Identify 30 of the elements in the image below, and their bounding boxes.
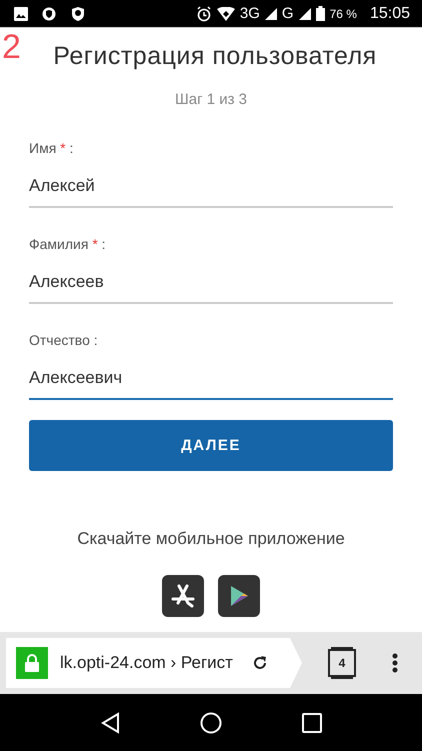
field-label: Имя * : (29, 140, 74, 156)
battery-percent: 76 % (330, 6, 357, 20)
app-store-icon[interactable] (162, 575, 204, 617)
play-store-icon[interactable] (218, 575, 260, 617)
wifi-icon (216, 6, 235, 20)
more-icon[interactable] (392, 653, 398, 673)
signal-icon (298, 8, 311, 20)
step-number: 2 (2, 30, 21, 64)
alarm-icon (196, 6, 212, 22)
network-label: G (282, 5, 294, 22)
step-indicator: Шаг 1 из 3 (174, 91, 248, 108)
clock: 15:05 (370, 4, 410, 22)
back-icon[interactable] (100, 712, 120, 734)
badge-icon (70, 6, 86, 22)
tabs-button[interactable]: 4 (328, 649, 356, 677)
page-title: Регистрация пользователя (52, 42, 378, 71)
battery-icon (316, 6, 325, 21)
reload-icon[interactable] (252, 655, 268, 671)
field-label: Фамилия * : (29, 236, 107, 252)
next-button[interactable]: ДАЛЕЕ (29, 420, 393, 471)
recents-icon[interactable] (302, 712, 322, 732)
app-prompt: Скачайте мобильное приложение (76, 529, 346, 549)
network-label: 3G (240, 5, 260, 22)
image-icon (14, 6, 28, 20)
field-label: Отчество : (29, 332, 99, 348)
shield-icon (42, 6, 56, 20)
address-bar[interactable]: lk.opti-24.com › Регист (6, 638, 302, 688)
home-icon[interactable] (200, 712, 222, 734)
lock-icon (16, 647, 48, 679)
signal-icon (264, 8, 277, 20)
